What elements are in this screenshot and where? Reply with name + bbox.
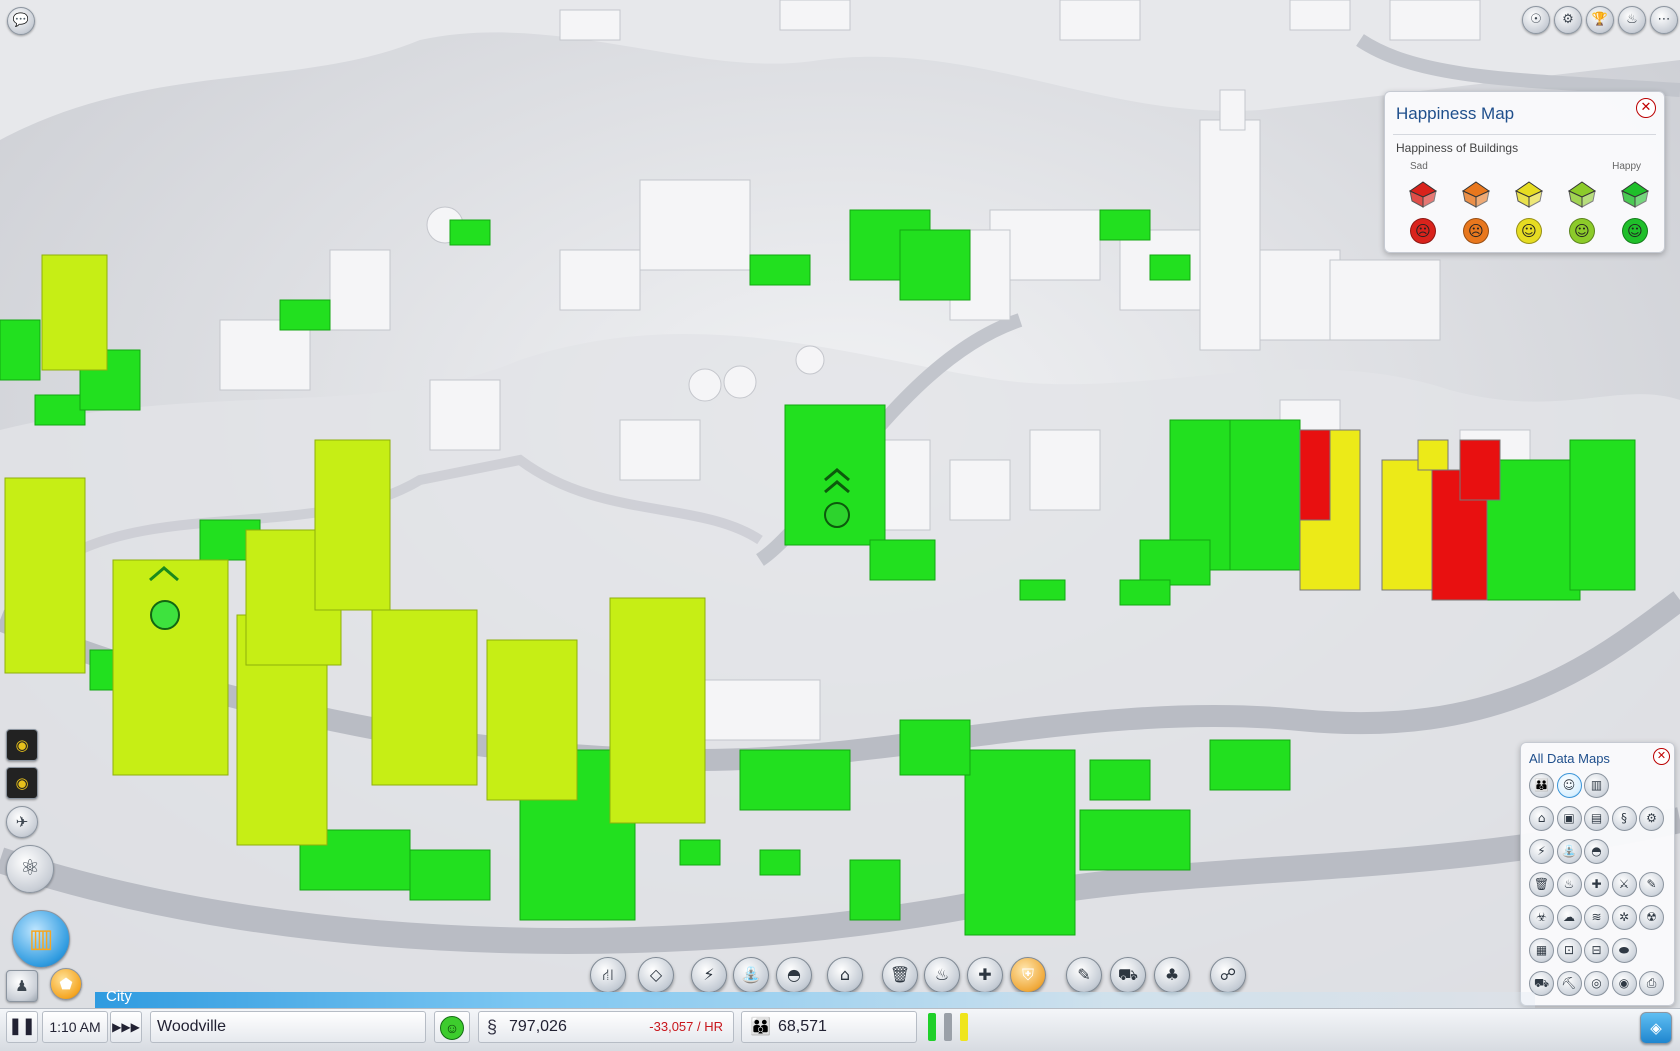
water-tool-icon[interactable]: ⛲ xyxy=(733,957,769,993)
population-value: 68,571 xyxy=(778,1018,827,1035)
power-tool-icon[interactable]: ⚡ xyxy=(691,957,727,993)
land-value-map-icon[interactable]: ▥ xyxy=(1584,773,1609,798)
sewage-tool-icon[interactable]: ◓ xyxy=(776,957,812,993)
airport-icon[interactable]: ✈ xyxy=(6,806,38,838)
crime-map-icon[interactable]: ⚔ xyxy=(1611,872,1637,897)
happiness-house-icon xyxy=(1461,180,1491,208)
education-map-icon[interactable]: ✎ xyxy=(1639,872,1664,897)
happiness-house-icon xyxy=(1567,180,1597,208)
health-map-icon[interactable]: ✚ xyxy=(1584,872,1609,897)
challenge-icon[interactable]: ♨ xyxy=(1618,6,1646,34)
fire-map-icon[interactable]: ♨ xyxy=(1556,872,1582,897)
fast-forward-button[interactable]: ▶▶▶ xyxy=(110,1011,142,1043)
power-map-icon[interactable]: ⚡ xyxy=(1529,839,1554,864)
happy-face-icon: ☺ xyxy=(440,1016,464,1040)
disasters-tool-icon[interactable]: ☍ xyxy=(1210,957,1246,993)
funds-value: 797,026 xyxy=(509,1018,567,1035)
crime-alert-icon-2[interactable]: ◉ xyxy=(6,767,38,799)
happiness-face-icon: ☺ xyxy=(1569,218,1595,244)
industrial-map-icon[interactable]: ▤ xyxy=(1584,806,1609,831)
train-map-icon[interactable]: ⊟ xyxy=(1584,938,1609,963)
health-tool-icon[interactable]: ✚ xyxy=(967,957,1003,993)
data-layers-icon[interactable]: ◈ xyxy=(1640,1012,1672,1044)
happiness-house-icon xyxy=(1408,180,1438,208)
zones-tool-icon[interactable]: ◇ xyxy=(638,957,674,993)
data-maps-title: All Data Maps xyxy=(1529,751,1610,766)
traffic-map-icon[interactable]: ⬬ xyxy=(1611,938,1637,963)
water-map-icon[interactable]: ⛲ xyxy=(1556,839,1582,864)
garbage-map-icon[interactable]: 🗑 xyxy=(1529,872,1554,897)
funds-map-icon[interactable]: § xyxy=(1611,806,1637,831)
happiness-house-icon xyxy=(1514,180,1544,208)
citizen-icon[interactable]: ♟ xyxy=(6,970,38,1002)
happiness-subtitle: Happiness of Buildings xyxy=(1396,141,1519,155)
ore-map-icon[interactable]: ◎ xyxy=(1584,971,1609,996)
happiness-map-title: Happiness Map xyxy=(1396,104,1515,123)
city-specialization-icon[interactable]: ▥ xyxy=(12,910,70,968)
clock-display: 1:10 AM xyxy=(42,1011,108,1043)
residential-map-icon[interactable]: ⌂ xyxy=(1529,806,1554,831)
rci-residential-bar[interactable] xyxy=(928,1013,936,1041)
close-data-maps-button[interactable]: ✕ xyxy=(1653,748,1670,765)
city-tab[interactable]: City xyxy=(106,988,132,1005)
transit-map-icon[interactable]: ▦ xyxy=(1529,938,1554,963)
divider xyxy=(1393,134,1656,135)
happiness-face-icon: ☺ xyxy=(1622,218,1648,244)
city-name: Woodville xyxy=(157,1018,227,1035)
chat-icon[interactable]: 💬 xyxy=(7,7,35,35)
crime-alert-icon[interactable]: ◉ xyxy=(6,729,38,761)
sewage-map-icon[interactable]: ◓ xyxy=(1584,839,1609,864)
funds-display[interactable]: § 797,026 -33,057 / HR xyxy=(478,1011,734,1043)
sad-label: Sad xyxy=(1410,161,1428,172)
badge-icon[interactable]: ⬟ xyxy=(50,968,82,1000)
time-value: 1:10 AM xyxy=(49,1019,101,1035)
happiness-map-icon[interactable]: ☺ xyxy=(1556,773,1582,798)
city-hall-tool-icon[interactable]: ⌂ xyxy=(827,957,863,993)
trophy-icon[interactable]: 🏆 xyxy=(1586,6,1614,34)
population-map-icon[interactable]: 👪 xyxy=(1529,773,1554,798)
population-display[interactable]: 👪 68,571 xyxy=(741,1011,917,1043)
fire-tool-icon[interactable]: ♨ xyxy=(924,957,960,993)
rci-industrial-bar[interactable] xyxy=(960,1013,968,1041)
air-pollution-map-icon[interactable]: ☁ xyxy=(1556,905,1582,930)
happiness-face-icon: ☺ xyxy=(1516,218,1542,244)
all-data-maps-panel: All Data Maps ✕ 👪 ☺ ▥ ⌂ ▣ ▤ § ⚙ ⚡ ⛲ ◓ 🗑 ♨ ✚ ⚔ ✎ ☣ ☁ ≋ ✲ ☢ ▦ ⊡ ⊟… xyxy=(1520,742,1675,1006)
settings-map-icon[interactable]: ⚙ xyxy=(1639,806,1664,831)
roads-tool-icon[interactable]: ⛙ xyxy=(590,957,626,993)
ground-pollution-map-icon[interactable]: ≋ xyxy=(1584,905,1609,930)
happy-label: Happy xyxy=(1612,161,1641,172)
radiation-map-icon[interactable]: ☢ xyxy=(1639,905,1664,930)
transit-tool-icon[interactable]: ⛟ xyxy=(1110,957,1146,993)
education-tool-icon[interactable]: ✎ xyxy=(1066,957,1102,993)
city-name-field[interactable]: Woodville xyxy=(150,1011,426,1043)
advisor-icon[interactable]: ☉ xyxy=(1522,6,1550,34)
camera-map-icon[interactable]: ⎙ xyxy=(1639,971,1664,996)
wind-map-icon[interactable]: ✲ xyxy=(1611,905,1637,930)
happiness-map-panel: Happiness Map ✕ Happiness of Buildings S… xyxy=(1384,91,1665,253)
region-icon[interactable]: ⚙ xyxy=(1554,6,1582,34)
happiness-face-icon: ☹ xyxy=(1410,218,1436,244)
happiness-indicator[interactable]: ☺ xyxy=(434,1011,470,1043)
simoleon-icon: § xyxy=(487,1017,498,1037)
police-tool-icon[interactable]: ⛨ xyxy=(1010,957,1046,993)
city-tab-bar xyxy=(95,992,1535,1008)
income-value: -33,057 / HR xyxy=(649,1019,723,1034)
parks-tool-icon[interactable]: ♣ xyxy=(1154,957,1190,993)
commercial-map-icon[interactable]: ▣ xyxy=(1556,806,1582,831)
menu-icon[interactable]: ⋯ xyxy=(1650,6,1678,34)
oil-map-icon[interactable]: ◉ xyxy=(1611,971,1637,996)
pause-button[interactable]: ❚❚ xyxy=(6,1011,38,1043)
happiness-face-icon: ☹ xyxy=(1463,218,1489,244)
close-happiness-map-button[interactable]: ✕ xyxy=(1636,98,1656,118)
resources-map-icon[interactable]: ⛏ xyxy=(1556,971,1582,996)
bus-map-icon[interactable]: ⊡ xyxy=(1556,938,1582,963)
region-network-icon[interactable]: ⚛ xyxy=(6,845,54,893)
population-icon: 👪 xyxy=(750,1017,772,1036)
happiness-house-icon xyxy=(1620,180,1650,208)
pollution-map-icon[interactable]: ☣ xyxy=(1529,905,1554,930)
garbage-tool-icon[interactable]: 🗑 xyxy=(882,957,918,993)
rci-commercial-bar[interactable] xyxy=(944,1013,952,1041)
